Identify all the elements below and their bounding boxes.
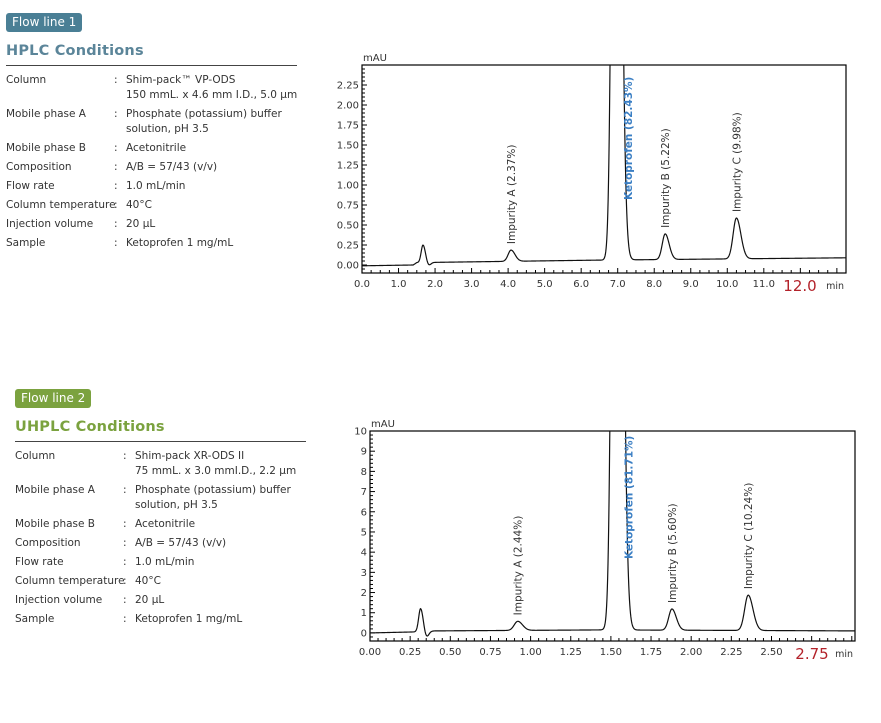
x-tick-label: 7.0 [610,279,626,290]
y-tick-label: 0.00 [337,261,359,272]
x-tick-label: 4.0 [500,279,516,290]
ketoprofen-peak-label: Ketoprofen (82.43%) [623,77,635,200]
x-tick-label: 1.00 [519,647,541,658]
impurity-peak-label: Impurity C (9.98%) [731,112,743,212]
y-tick-label: 2.00 [337,101,359,112]
runtime-label: 2.75 [795,645,828,663]
y-axis-label: mAU [371,419,395,430]
x-tick-label: 2.25 [720,647,742,658]
y-tick-label: 4 [361,548,367,559]
x-tick-label: 1.0 [391,279,407,290]
impurity-peak-label: Impurity B (5.22%) [660,128,672,228]
y-tick-label: 1.50 [337,141,359,152]
y-tick-label: 1.00 [337,181,359,192]
y-tick-label: 5 [361,527,367,538]
y-tick-label: 8 [361,467,367,478]
x-tick-label: 0.50 [439,647,461,658]
x-tick-label: 2.00 [680,647,702,658]
runtime-label: 12.0 [783,277,816,295]
x-tick-label: 6.0 [573,279,589,290]
impurity-peak-label: Impurity A (2.44%) [513,516,525,616]
x-tick-label: 0.75 [479,647,501,658]
y-tick-label: 0 [361,628,367,639]
chromatogram-trace [370,431,855,637]
ketoprofen-peak-label: Ketoprofen (81.71%) [624,436,636,559]
x-tick-label: 1.25 [560,647,582,658]
x-tick-label: 11.0 [753,279,775,290]
x-tick-label: 5.0 [537,279,553,290]
chromatograms: 0.000.250.500.751.001.251.501.752.002.25… [337,53,856,663]
y-tick-label: 9 [361,447,367,458]
y-tick-label: 6 [361,507,367,518]
x-tick-label: 1.75 [640,647,662,658]
x-tick-label: 9.0 [683,279,699,290]
x-tick-label: 10.0 [716,279,738,290]
impurity-peak-label: Impurity C (10.24%) [743,483,755,589]
x-tick-label: 8.0 [646,279,662,290]
x-tick-label: 0.25 [399,647,421,658]
x-tick-label: 1.50 [600,647,622,658]
y-axis-label: mAU [363,53,387,64]
impurity-peak-label: Impurity B (5.60%) [667,503,679,603]
y-tick-label: 0.25 [337,241,359,252]
plot-frame [361,64,847,274]
x-tick-label: 2.0 [427,279,443,290]
y-tick-label: 2.25 [337,81,359,92]
y-tick-label: 3 [361,568,367,579]
y-tick-label: 1.25 [337,161,359,172]
impurity-peak-label: Impurity A (2.37%) [506,144,518,244]
y-tick-label: 7 [361,487,367,498]
x-tick-label: 2.50 [760,647,782,658]
y-tick-label: 1.75 [337,121,359,132]
y-tick-label: 0.75 [337,201,359,212]
x-tick-label: 0.0 [354,279,370,290]
y-tick-label: 10 [354,427,367,438]
chromatogram-trace [362,65,846,267]
x-axis-unit: min [826,281,844,292]
x-axis-unit: min [835,649,853,660]
y-tick-label: 2 [361,588,367,599]
y-tick-label: 1 [361,608,367,619]
plot-frame [369,430,856,642]
y-tick-label: 0.50 [337,221,359,232]
x-tick-label: 0.00 [359,647,381,658]
x-tick-label: 3.0 [464,279,480,290]
